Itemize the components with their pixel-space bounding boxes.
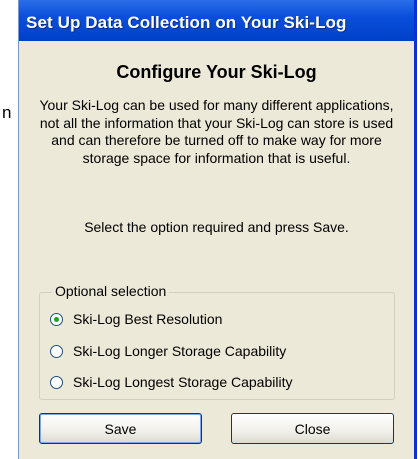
dialog-window: Set Up Data Collection on Your Ski-Log C… — [18, 0, 417, 459]
option-best-resolution[interactable]: Ski-Log Best Resolution — [50, 309, 222, 329]
window-title: Set Up Data Collection on Your Ski-Log — [26, 13, 347, 32]
background-window: n — [0, 0, 18, 459]
dialog-instruction: Select the option required and press Sav… — [84, 219, 349, 235]
option-label: Ski-Log Best Resolution — [73, 311, 223, 327]
radio-button-checked[interactable] — [50, 312, 63, 326]
background-text: n — [2, 103, 12, 122]
option-longest-storage[interactable]: Ski-Log Longest Storage Capability — [50, 372, 292, 392]
group-label: Optional selection — [52, 283, 170, 299]
option-label: Ski-Log Longer Storage Capability — [73, 343, 287, 359]
optional-selection-group: Optional selection Ski-Log Best Resoluti… — [39, 283, 395, 400]
radio-button[interactable] — [50, 375, 63, 389]
close-button[interactable]: Close — [231, 413, 394, 444]
dialog-description: Your Ski-Log can be used for many differ… — [39, 97, 394, 166]
option-longer-storage[interactable]: Ski-Log Longer Storage Capability — [50, 341, 286, 361]
option-label: Ski-Log Longest Storage Capability — [73, 374, 293, 390]
title-bar[interactable]: Set Up Data Collection on Your Ski-Log — [19, 0, 414, 41]
dialog-heading: Configure Your Ski-Log — [116, 62, 317, 82]
radio-button[interactable] — [50, 344, 63, 358]
save-button[interactable]: Save — [39, 413, 202, 444]
